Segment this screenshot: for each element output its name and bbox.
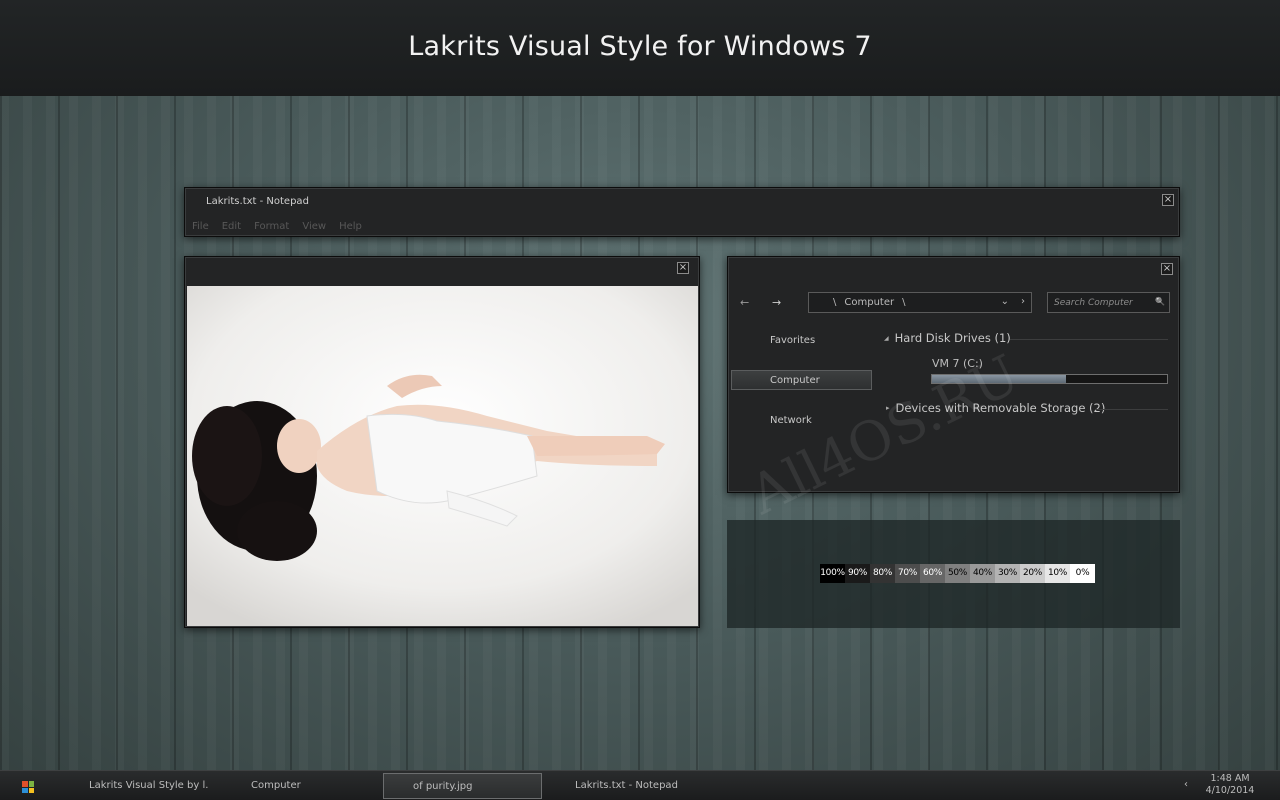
photo-close-button[interactable]: ×: [677, 262, 689, 274]
address-dropdown-icon[interactable]: ⌄: [1001, 296, 1009, 307]
opacity-swatch: 30%: [995, 564, 1020, 583]
notepad-menubar: File Edit Format View Help: [192, 221, 362, 232]
search-input[interactable]: Search Computer 🔍: [1047, 292, 1170, 313]
address-bar[interactable]: \ Computer \ ⌄ ›: [808, 292, 1032, 313]
taskbar-item-notepad[interactable]: Lakrits.txt - Notepad: [575, 773, 715, 799]
photo-viewer-window[interactable]: ×: [184, 256, 700, 628]
explorer-close-button[interactable]: ×: [1161, 263, 1173, 275]
address-separator: \: [833, 297, 837, 308]
group-hard-disk-drives[interactable]: ◢ Hard Disk Drives (1): [884, 331, 1011, 345]
taskbar-item-photo[interactable]: of purity.jpg: [383, 773, 542, 799]
notepad-title: Lakrits.txt - Notepad: [206, 196, 309, 207]
opacity-swatch: 80%: [870, 564, 895, 583]
opacity-swatch: 60%: [920, 564, 945, 583]
menu-view[interactable]: View: [302, 221, 326, 232]
group-divider: [1010, 339, 1168, 340]
opacity-swatch: 10%: [1045, 564, 1070, 583]
group-label: Hard Disk Drives (1): [894, 331, 1011, 345]
taskbar-item-computer[interactable]: Computer: [251, 773, 361, 799]
clock-date: 4/10/2014: [1205, 785, 1255, 796]
notepad-close-button[interactable]: ×: [1162, 194, 1174, 206]
opacity-swatch: 70%: [895, 564, 920, 583]
menu-format[interactable]: Format: [254, 221, 289, 232]
clock-time: 1:48 AM: [1210, 773, 1250, 784]
photo-image: [187, 286, 698, 626]
opacity-swatch: 50%: [945, 564, 970, 583]
notepad-window[interactable]: Lakrits.txt - Notepad × File Edit Format…: [184, 187, 1180, 237]
search-placeholder: Search Computer: [1054, 297, 1133, 308]
menu-file[interactable]: File: [192, 221, 209, 232]
taskbar: Lakrits Visual Style by l... Computer of…: [0, 770, 1280, 800]
opacity-swatch: 20%: [1020, 564, 1045, 583]
back-arrow-icon[interactable]: ←: [740, 296, 749, 309]
menu-help[interactable]: Help: [339, 221, 362, 232]
opacity-swatch: 90%: [845, 564, 870, 583]
tray-expand-icon[interactable]: ‹: [1184, 779, 1188, 790]
forward-arrow-icon[interactable]: →: [772, 296, 781, 309]
address-location[interactable]: Computer: [844, 297, 894, 308]
nav-item-favorites[interactable]: Favorites: [770, 335, 815, 346]
opacity-swatch: 0%: [1070, 564, 1095, 583]
clock[interactable]: 1:48 AM 4/10/2014: [1198, 773, 1262, 797]
address-go-icon[interactable]: ›: [1021, 296, 1025, 307]
menu-edit[interactable]: Edit: [222, 221, 241, 232]
group-divider: [1096, 409, 1168, 410]
opacity-swatch: 100%: [820, 564, 845, 583]
opacity-swatch: 40%: [970, 564, 995, 583]
photo-illustration: [187, 286, 698, 626]
taskbar-item-visual-style[interactable]: Lakrits Visual Style by l...: [89, 773, 209, 799]
nav-item-computer[interactable]: Computer: [770, 375, 820, 386]
collapse-arrow-icon[interactable]: ◢: [884, 335, 889, 342]
nav-item-network[interactable]: Network: [770, 415, 812, 426]
banner: Lakrits Visual Style for Windows 7: [0, 0, 1280, 96]
address-separator: \: [902, 297, 906, 308]
banner-title: Lakrits Visual Style for Windows 7: [408, 30, 872, 62]
search-icon[interactable]: 🔍: [1155, 297, 1165, 306]
start-button-icon[interactable]: [22, 781, 34, 793]
opacity-swatches: 100% 90% 80% 70% 60% 50% 40% 30% 20% 10% 0%: [820, 564, 1095, 583]
